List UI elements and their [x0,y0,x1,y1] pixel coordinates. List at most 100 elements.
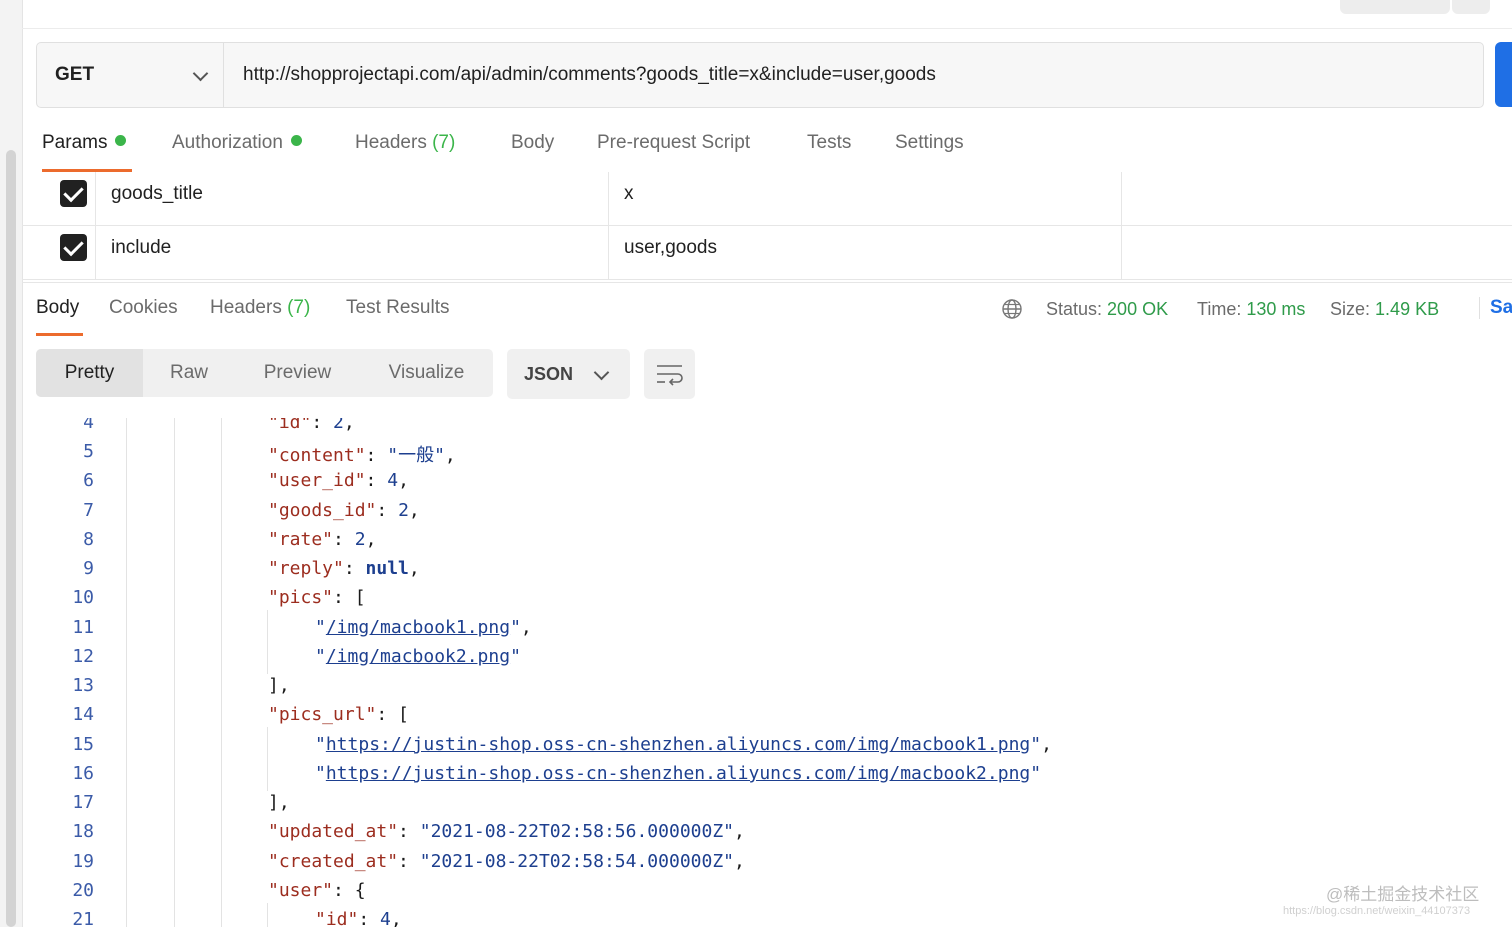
method-label: GET [55,64,95,85]
line-number: 7 [83,500,94,521]
tab-params[interactable]: Params [42,132,127,172]
param-value: x [624,183,634,204]
globe-icon[interactable] [1002,299,1022,319]
code-line: ], [268,792,290,813]
json-link[interactable]: https://justin-shop.oss-cn-shenzhen.aliy… [326,734,1030,755]
code-line: "pics": [ [268,587,366,608]
watermark: @稀土掘金技术社区 [1326,885,1480,904]
code-line: "/img/macbook1.png", [315,617,532,638]
send-button[interactable] [1495,42,1512,107]
code-line: "id": 2, [268,418,355,433]
checkbox-cell [22,226,96,279]
wrap-lines-icon [657,365,683,386]
active-tab-indicator [36,333,83,336]
tab-tests[interactable]: Tests [807,132,851,172]
view-raw-button[interactable]: Raw [143,349,235,397]
json-string: "2021-08-22T02:58:56.000000Z" [419,821,735,842]
json-link[interactable]: /img/macbook2.png [326,646,510,667]
line-number: 20 [72,880,94,901]
tab-cookies-label: Cookies [109,297,178,318]
json-number: 2 [333,418,344,433]
tab-body-label: Body [511,132,555,153]
toolbar-button[interactable] [1452,0,1490,14]
tab-response-body-label: Body [36,297,80,318]
json-key: "rate" [268,529,334,550]
wrap-lines-button[interactable] [644,349,695,399]
response-size: Size: 1.49 KB [1330,299,1439,320]
method-select[interactable]: GET [37,43,224,107]
indent-guide [267,610,268,674]
response-panel-header: Body Cookies Headers (7) Test Results St… [22,282,1512,419]
json-number: 4 [380,909,391,927]
top-toolbar-strip [22,0,1512,29]
tab-cookies[interactable]: Cookies [109,297,178,319]
json-link[interactable]: /img/macbook1.png [326,617,510,638]
response-time: Time: 130 ms [1197,299,1305,320]
json-key: "created_at" [268,851,399,872]
scrollbar-thumb[interactable] [6,150,16,927]
status-value: 200 OK [1107,299,1169,319]
line-number: 8 [83,529,94,550]
json-string: "2021-08-22T02:58:54.000000Z" [419,851,735,872]
chevron-down-icon [192,65,209,82]
param-value-cell[interactable]: user,goods [608,226,1122,279]
line-number: 15 [72,734,94,755]
json-link[interactable]: https://justin-shop.oss-cn-shenzhen.aliy… [326,763,1030,784]
response-status: Status: 200 OK [1046,299,1168,320]
view-preview-button[interactable]: Preview [235,349,360,397]
json-null: null [365,558,409,579]
json-key: "pics_url" [268,704,377,725]
json-number: 4 [387,470,399,491]
param-key-cell[interactable]: goods_title [95,172,609,225]
toolbar-button[interactable] [1340,0,1450,14]
json-string: "一般" [387,445,445,466]
tab-prerequest-script[interactable]: Pre-request Script [597,132,750,172]
request-url-bar: GET http://shopprojectapi.com/api/admin/… [36,42,1484,108]
view-mode-segmented-control: Pretty Raw Preview Visualize [36,349,493,397]
tab-settings[interactable]: Settings [895,132,964,172]
response-body-editor[interactable]: 4 5 6 7 8 9 10 11 12 13 14 15 16 17 18 1… [22,418,1512,927]
tab-headers-count: (7) [432,132,456,153]
tab-authorization[interactable]: Authorization [172,132,302,172]
param-key-cell[interactable]: include [95,226,609,279]
tab-test-results-label: Test Results [346,297,450,318]
status-label: Status: [1046,299,1103,319]
indent-guide [221,418,222,927]
scrollbar-track[interactable] [0,0,23,927]
line-number: 10 [72,587,94,608]
url-input[interactable]: http://shopprojectapi.com/api/admin/comm… [243,43,936,107]
tab-response-headers[interactable]: Headers (7) [210,297,310,319]
view-visualize-button[interactable]: Visualize [360,349,493,397]
tab-settings-label: Settings [895,132,964,153]
tab-response-headers-label: Headers [210,297,282,318]
code-line: "/img/macbook2.png" [315,646,521,667]
status-dot-icon [290,135,302,147]
tab-body[interactable]: Body [511,132,554,172]
line-number: 21 [72,909,94,927]
table-row: include user,goods [22,226,1512,280]
tab-test-results[interactable]: Test Results [346,297,449,319]
tab-headers[interactable]: Headers (7) [355,132,455,172]
indent-guide [267,727,268,791]
code-line: "created_at": "2021-08-22T02:58:54.00000… [268,851,745,872]
line-number: 6 [83,470,94,491]
time-label: Time: [1197,299,1242,319]
tab-headers-label: Headers [355,132,427,153]
tab-authorization-label: Authorization [172,132,283,153]
json-key: "goods_id" [268,500,377,521]
param-checkbox[interactable] [60,234,87,261]
param-value-cell[interactable]: x [608,172,1122,225]
indent-guide [126,418,127,927]
code-line: "id": 4, [315,909,402,927]
json-key: "id" [315,909,359,927]
code-line: ], [268,675,290,696]
param-checkbox[interactable] [60,180,87,207]
line-number: 4 [83,418,94,433]
time-value: 130 ms [1246,299,1306,319]
tab-response-body[interactable]: Body [36,297,79,319]
save-response-button[interactable]: Sav [1479,297,1512,319]
view-pretty-button[interactable]: Pretty [36,349,143,397]
param-value: user,goods [624,237,717,258]
code-line: "https://justin-shop.oss-cn-shenzhen.ali… [315,734,1052,755]
format-select[interactable]: JSON [507,349,630,399]
